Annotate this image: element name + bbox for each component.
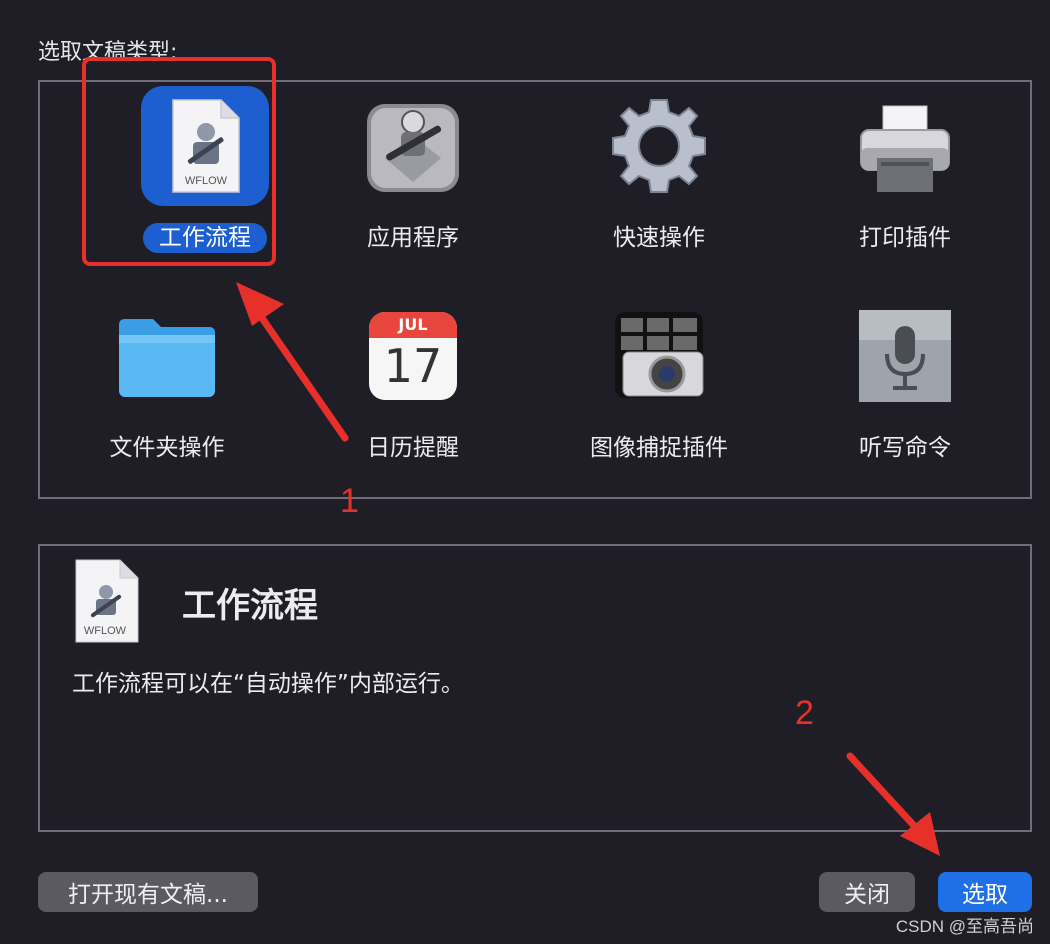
doc-type-label: 文件夹操作 [109, 435, 225, 461]
camera-icon [599, 296, 719, 416]
automator-robot-icon [353, 86, 473, 206]
doc-type-label: 应用程序 [367, 225, 459, 251]
description-title: 工作流程 [182, 586, 318, 626]
printer-icon [845, 86, 965, 206]
gear-icon [599, 86, 719, 206]
doc-type-label: 图像捕捉插件 [590, 435, 728, 461]
folder-icon [107, 296, 227, 416]
doc-type-image-capture-plugin[interactable]: 图像捕捉插件 [564, 296, 754, 486]
calendar-icon: JUL 17 [353, 296, 473, 416]
doc-type-application[interactable]: 应用程序 [318, 86, 508, 276]
calendar-month: JUL [369, 312, 457, 338]
wflow-badge: WFLOW [84, 625, 127, 637]
close-button[interactable]: 关闭 [819, 872, 915, 912]
open-existing-button[interactable]: 打开现有文稿... [38, 872, 258, 912]
doc-type-quick-action[interactable]: 快速操作 [564, 86, 754, 276]
doc-type-label: 打印插件 [859, 225, 951, 251]
doc-type-calendar-alarm[interactable]: JUL 17 日历提醒 [318, 296, 508, 486]
watermark: CSDN @至高吾尚 [895, 917, 1034, 936]
annotation-marker-1: 1 [340, 482, 359, 520]
description-panel: WFLOW 工作流程 工作流程可以在“自动操作”内部运行。 [38, 544, 1032, 832]
calendar-day: 17 [383, 339, 443, 393]
description-text: 工作流程可以在“自动操作”内部运行。 [72, 671, 464, 697]
doc-type-label: 听写命令 [859, 435, 951, 461]
microphone-icon [845, 296, 965, 416]
doc-type-print-plugin[interactable]: 打印插件 [810, 86, 1000, 276]
annotation-highlight-box [82, 57, 276, 266]
choose-button[interactable]: 选取 [938, 872, 1032, 912]
workflow-document-icon: WFLOW [72, 558, 142, 648]
doc-type-dictation-command[interactable]: 听写命令 [810, 296, 1000, 486]
doc-type-label: 日历提醒 [367, 435, 459, 461]
doc-type-folder-action[interactable]: 文件夹操作 [72, 296, 262, 486]
doc-type-label: 快速操作 [613, 225, 705, 251]
